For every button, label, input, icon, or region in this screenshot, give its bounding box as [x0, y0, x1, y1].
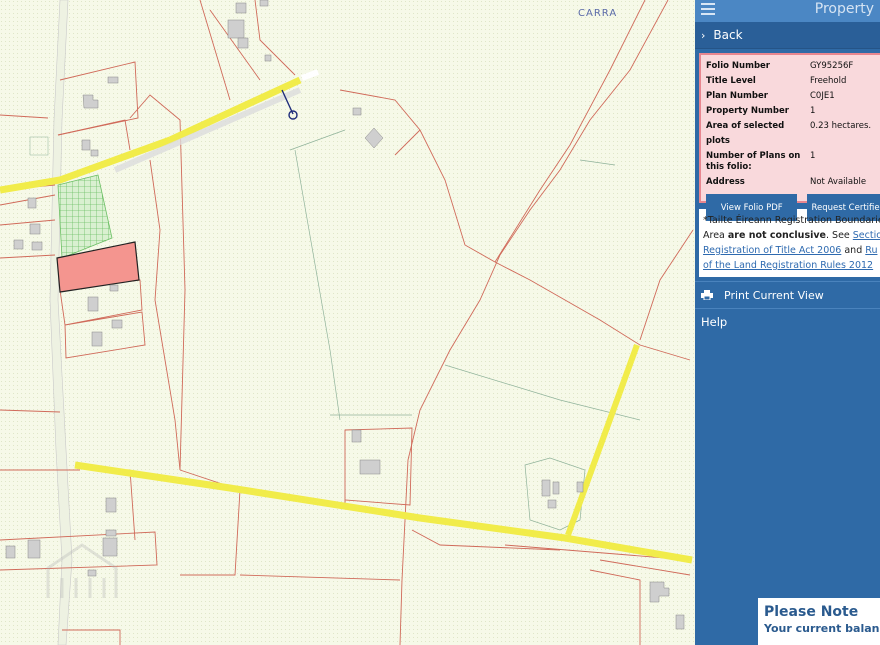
back-button[interactable]: › Back: [695, 22, 880, 49]
folio-details: Folio Number GY95256F Title Level Freehold…: [699, 53, 880, 221]
disclaimer-line: of the Land Registration Rules 2012: [703, 258, 880, 273]
place-label: CARRA: [578, 8, 617, 19]
rules-link[interactable]: Ru: [865, 245, 877, 256]
disclaimer-line: *Tailte Éireann Registration Boundaries …: [703, 215, 880, 226]
section-link[interactable]: Section 6: [853, 230, 880, 241]
panel-header: Property: [695, 0, 880, 22]
disclaimer-line: Registration of Title Act 2006 and Ru: [703, 243, 880, 258]
printer-icon: [701, 290, 713, 301]
folio-row: Folio Number GY95256F: [701, 59, 880, 74]
folio-key: Folio Number: [706, 61, 770, 71]
back-label: Back: [713, 28, 743, 42]
folio-key: Plan Number: [706, 91, 768, 101]
hamburger-menu-icon[interactable]: [701, 2, 715, 16]
folio-value: Freehold: [810, 76, 847, 86]
folio-value: 1: [810, 106, 816, 116]
folio-value: 0.23 hectares.: [810, 121, 872, 131]
disclaimer-text: and: [841, 245, 866, 256]
chevron-right-icon: ›: [701, 28, 706, 42]
folio-row: Property Number 1: [701, 104, 880, 119]
act-link[interactable]: Registration of Title Act 2006: [703, 245, 841, 256]
help-link[interactable]: Help: [695, 309, 880, 335]
map-view[interactable]: CARRA: [0, 0, 695, 645]
folio-key: Number of Plans on this folio:: [706, 151, 801, 172]
folio-row: Title Level Freehold: [701, 74, 880, 89]
folio-value: GY95256F: [810, 61, 854, 71]
folio-row: Plan Number C0JE1: [701, 89, 880, 104]
folio-value: 1: [810, 151, 816, 161]
rules-link-cont[interactable]: of the Land Registration Rules 2012: [703, 260, 873, 271]
print-current-view-button[interactable]: Print Current View: [695, 281, 880, 309]
disclaimer-line: Area are not conclusive. See Section 6: [703, 228, 880, 243]
folio-key: Property Number: [706, 106, 789, 116]
disclaimer-text: Area: [703, 230, 728, 241]
registration-disclaimer: *Tailte Éireann Registration Boundaries …: [699, 209, 880, 277]
print-label: Print Current View: [724, 288, 824, 302]
balance-notice: Please Note Your current balanc: [758, 598, 880, 645]
folio-key: Title Level: [706, 76, 756, 86]
notice-subtext: Your current balanc: [764, 622, 880, 635]
panel-title: Property: [814, 1, 874, 17]
disclaimer-bold: are not conclusive: [727, 230, 826, 241]
folio-row: Address Not Available: [701, 175, 880, 190]
map-canvas[interactable]: CARRA: [0, 0, 695, 645]
property-panel: Property › Back Folio Number GY95256F Tit…: [695, 0, 880, 645]
folio-key: Address: [706, 177, 745, 187]
folio-value: C0JE1: [810, 91, 835, 101]
notice-heading: Please Note: [764, 604, 859, 620]
disclaimer-text: . See: [826, 230, 853, 241]
folio-key: Area of selected plots: [706, 121, 785, 146]
folio-row: Area of selected plots 0.23 hectares.: [701, 119, 880, 149]
folio-row: Number of Plans on this folio: 1: [701, 149, 880, 175]
folio-value: Not Available: [810, 177, 867, 187]
